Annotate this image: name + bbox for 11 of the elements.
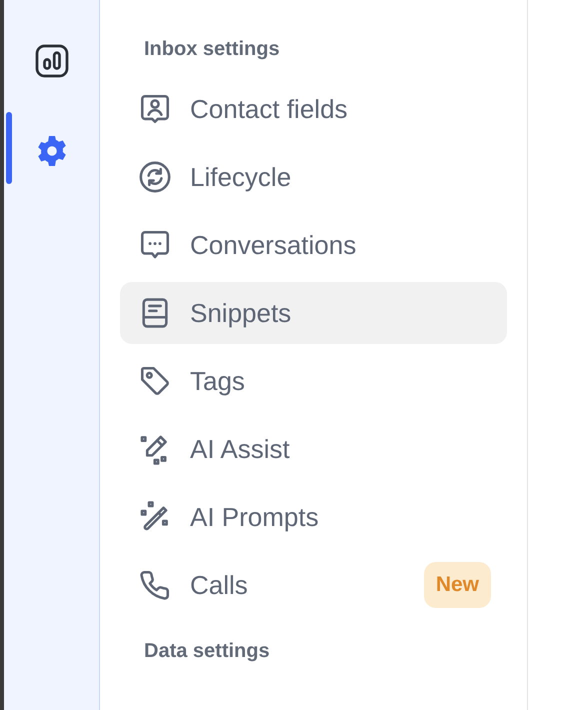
menu-item[interactable]: Calls New [120,554,507,616]
new-badge: New [424,562,491,608]
menu-item[interactable]: AI Assist [120,418,507,480]
section-heading: Data settings [143,639,271,664]
menu-item[interactable]: Snippets [120,282,507,344]
menu-item[interactable]: Lifecycle [120,146,507,208]
menu-item[interactable]: Contact fields [120,78,507,140]
menu-item[interactable]: AI Prompts [120,486,507,548]
menu-item[interactable]: Conversations [120,214,507,276]
section-heading: Inbox settings [143,37,281,62]
menu-item[interactable]: Tags [120,350,507,412]
